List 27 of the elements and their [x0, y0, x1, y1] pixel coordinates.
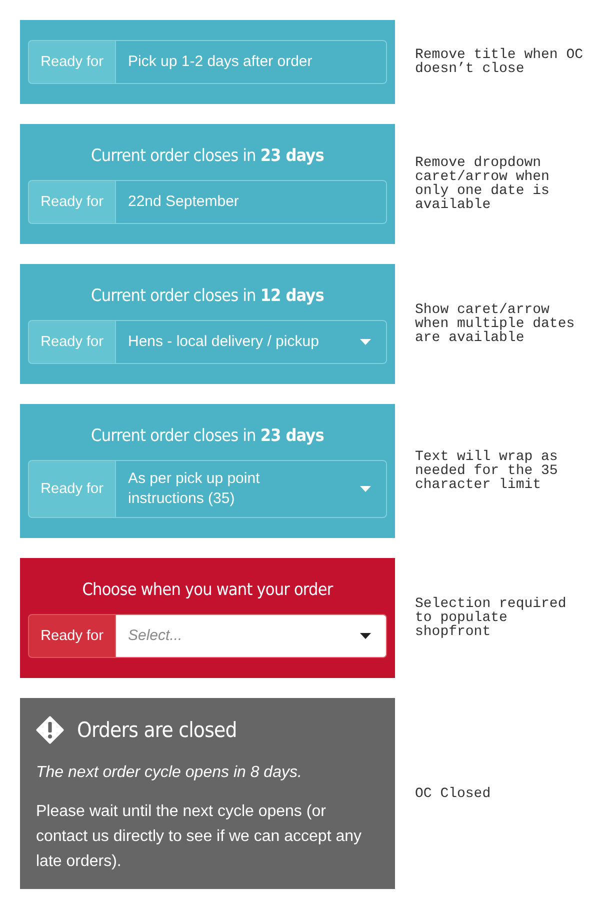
panel-title: Current order closes in 12 days [90, 285, 325, 308]
caret-icon [360, 339, 371, 345]
annotation-note: Text will wrap as needed for the 35 character limit [415, 450, 559, 492]
annotation-note: Selection required to populate shopfront [415, 597, 568, 639]
field-label: Ready for [28, 614, 116, 658]
date-select[interactable]: As per pick up point instructions (35) [116, 460, 387, 518]
date-select[interactable]: 22nd September [116, 180, 387, 224]
annotation-note: Remove title when OC doesn’t close [415, 48, 584, 76]
panel-title: Current order closes in 23 days [90, 425, 325, 448]
annotation-note: Show caret/arrow when multiple dates are available [415, 303, 576, 345]
notice-message: Please wait until the next cycle opens (or contact us directly to see if we can accept any late orders). [36, 802, 362, 872]
panel-title: Choose when you want your order [81, 579, 334, 602]
panel-title: Orders are closed [77, 717, 237, 744]
caret-icon [360, 633, 371, 639]
field-label: Ready for [28, 40, 116, 84]
field-label: Ready for [28, 320, 116, 364]
notice-subtitle: The next order cycle opens in 8 days. [36, 763, 303, 783]
date-select[interactable]: Select... [116, 614, 387, 658]
annotation-note: Remove dropdown caret/arrow when only one date is available [415, 156, 550, 212]
annotation-note: OC Closed [415, 786, 492, 800]
date-select[interactable]: Pick up 1-2 days after order [116, 40, 387, 84]
field-label: Ready for [28, 180, 116, 224]
field-label: Ready for [28, 460, 116, 518]
date-select[interactable]: Hens - local delivery / pickup [116, 320, 387, 364]
warning-icon [36, 716, 64, 744]
caret-icon [360, 486, 371, 492]
panel-title: Current order closes in 23 days [90, 145, 325, 168]
